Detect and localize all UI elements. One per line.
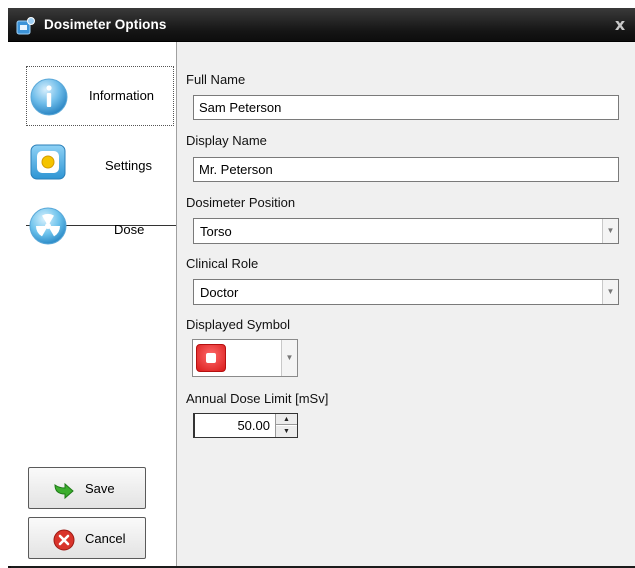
nav-item-information[interactable]: Information xyxy=(26,66,174,126)
red-x-icon xyxy=(53,529,75,551)
dosimeter-app-icon xyxy=(16,17,35,35)
chevron-down-icon[interactable]: ▼ xyxy=(281,340,297,376)
display-name-label: Display Name xyxy=(186,133,267,148)
stepper-up-icon[interactable]: ▲ xyxy=(276,414,297,425)
navigation-pane: Information Settings Dose Save Cancel xyxy=(8,42,176,566)
symbol-swatch-icon xyxy=(196,344,226,372)
annual-dose-limit-label: Annual Dose Limit [mSv] xyxy=(186,391,329,406)
dosimeter-position-label: Dosimeter Position xyxy=(186,195,296,210)
annual-dose-limit-stepper[interactable]: 50.00 ▲ ▼ xyxy=(193,413,298,438)
dosimeter-position-select[interactable]: Torso ▼ xyxy=(193,218,619,244)
clinical-role-select[interactable]: Doctor ▼ xyxy=(193,279,619,305)
info-icon xyxy=(30,78,68,116)
cancel-button[interactable]: Cancel xyxy=(28,517,146,559)
display-name-field[interactable]: Mr. Peterson xyxy=(193,157,619,182)
radiation-icon xyxy=(29,207,67,245)
annual-dose-limit-value: 50.00 xyxy=(237,418,270,433)
close-button[interactable]: x xyxy=(611,16,629,34)
nav-label-dose: Dose xyxy=(114,222,145,237)
window-title: Dosimeter Options xyxy=(44,17,167,32)
dosimeter-options-dialog: Dosimeter Options x Information Settings… xyxy=(8,8,635,568)
save-button[interactable]: Save xyxy=(28,467,146,509)
chevron-down-icon[interactable]: ▼ xyxy=(602,219,618,243)
nav-label-settings: Settings xyxy=(105,158,152,173)
stepper-buttons: ▲ ▼ xyxy=(275,414,297,437)
clinical-role-value: Doctor xyxy=(200,285,239,300)
green-arrow-icon xyxy=(54,482,74,500)
chevron-down-icon[interactable]: ▼ xyxy=(602,280,618,304)
stepper-down-icon[interactable]: ▼ xyxy=(276,426,297,437)
displayed-symbol-select[interactable]: ▼ xyxy=(192,339,298,377)
dosimeter-position-value: Torso xyxy=(200,224,232,239)
full-name-label: Full Name xyxy=(186,72,246,87)
nav-item-settings[interactable]: Settings xyxy=(26,128,174,188)
full-name-field[interactable]: Sam Peterson xyxy=(193,95,619,120)
clinical-role-label: Clinical Role xyxy=(186,256,259,271)
cancel-button-label: Cancel xyxy=(85,531,126,546)
nav-label-information: Information xyxy=(89,88,155,103)
displayed-symbol-label: Displayed Symbol xyxy=(186,317,291,332)
settings-icon xyxy=(30,144,66,180)
save-button-label: Save xyxy=(85,481,115,496)
nav-item-dose[interactable]: Dose xyxy=(26,192,174,252)
title-bar[interactable]: Dosimeter Options x xyxy=(8,8,635,42)
information-panel: Full Name Sam Peterson Display Name Mr. … xyxy=(176,42,635,566)
